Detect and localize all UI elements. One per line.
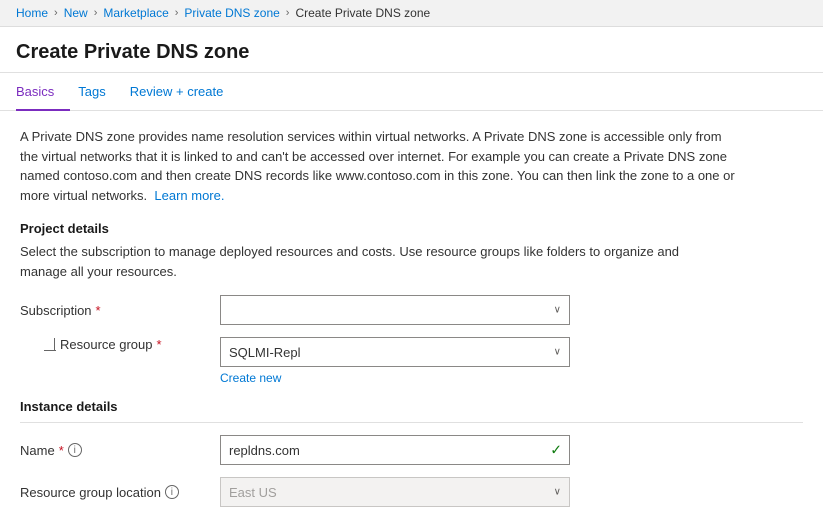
name-label: Name * i [20, 443, 220, 458]
resource-group-row: Resource group * SQLMI-Repl ∨ [20, 337, 803, 367]
subscription-chevron-icon: ∨ [554, 305, 561, 316]
name-row: Name * i ✓ [20, 435, 803, 465]
location-chevron-icon: ∨ [554, 487, 561, 498]
name-info-icon[interactable]: i [68, 443, 82, 457]
description-text: A Private DNS zone provides name resolut… [20, 127, 740, 205]
tab-basics[interactable]: Basics [16, 74, 70, 111]
breadcrumb-marketplace[interactable]: Marketplace [103, 6, 168, 20]
breadcrumb: Home › New › Marketplace › Private DNS z… [0, 0, 823, 27]
location-row: Resource group location i East US ∨ [20, 477, 803, 507]
page-title: Create Private DNS zone [0, 27, 823, 73]
location-dropdown-wrapper: East US ∨ [220, 477, 570, 507]
name-input[interactable] [220, 435, 570, 465]
subscription-row: Subscription * ∨ [20, 295, 803, 325]
indent-connector: Resource group * [20, 337, 220, 352]
breadcrumb-sep-2: › [94, 7, 98, 19]
project-details-description: Select the subscription to manage deploy… [20, 242, 720, 281]
instance-divider [20, 422, 803, 423]
instance-details-heading: Instance details [20, 399, 803, 414]
subscription-dropdown-wrapper: ∨ [220, 295, 570, 325]
breadcrumb-current: Create Private DNS zone [295, 6, 430, 20]
project-details-heading: Project details [20, 221, 803, 236]
name-required: * [59, 443, 64, 458]
learn-more-link[interactable]: Learn more. [154, 188, 224, 203]
resource-group-label: Resource group * [60, 337, 162, 352]
subscription-required: * [96, 303, 101, 318]
breadcrumb-sep-3: › [175, 7, 179, 19]
breadcrumb-home[interactable]: Home [16, 6, 48, 20]
tab-review-create[interactable]: Review + create [130, 74, 240, 111]
breadcrumb-private-dns-zone[interactable]: Private DNS zone [184, 6, 279, 20]
breadcrumb-sep-4: › [286, 7, 290, 19]
name-check-icon: ✓ [550, 442, 562, 459]
location-label: Resource group location i [20, 485, 220, 500]
indent-vertical-line [54, 338, 55, 350]
resource-group-value: SQLMI-Repl [229, 345, 301, 360]
resource-group-label-container: Resource group * [60, 337, 162, 352]
resource-group-dropdown-wrapper: SQLMI-Repl ∨ [220, 337, 570, 367]
tab-tags[interactable]: Tags [78, 74, 121, 111]
subscription-dropdown[interactable]: ∨ [220, 295, 570, 325]
subscription-label: Subscription * [20, 303, 220, 318]
location-value: East US [229, 485, 277, 500]
location-info-icon[interactable]: i [165, 485, 179, 499]
name-input-wrapper: ✓ [220, 435, 570, 465]
content-area: A Private DNS zone provides name resolut… [0, 111, 823, 513]
breadcrumb-new[interactable]: New [64, 6, 88, 20]
resource-group-dropdown[interactable]: SQLMI-Repl ∨ [220, 337, 570, 367]
resource-group-chevron-icon: ∨ [554, 347, 561, 358]
create-new-link[interactable]: Create new [220, 371, 803, 385]
breadcrumb-sep-1: › [54, 7, 58, 19]
indent-horizontal-line [44, 350, 56, 351]
tabs-container: Basics Tags Review + create [0, 73, 823, 111]
location-dropdown: East US ∨ [220, 477, 570, 507]
resource-group-required: * [157, 337, 162, 352]
